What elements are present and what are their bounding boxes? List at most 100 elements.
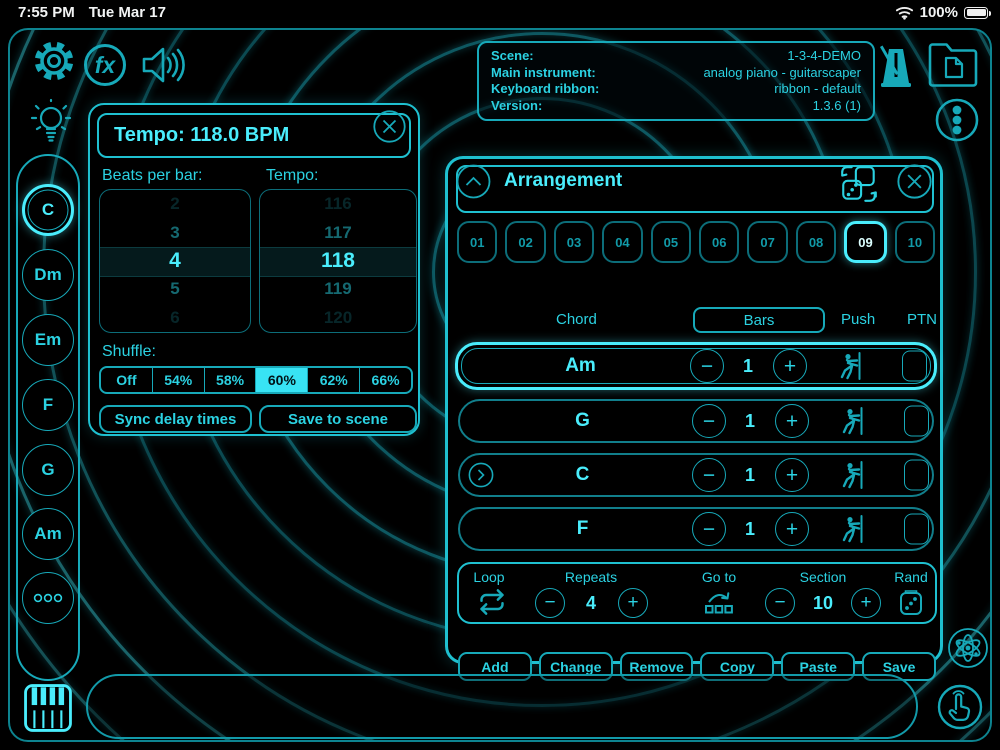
playhead-chevron-right-icon[interactable] [468,462,494,488]
bars-increment-button[interactable]: + [773,349,807,383]
app-screen: 7:55 PM Tue Mar 17 100% [0,0,1000,750]
section-button-07[interactable]: 07 [747,221,787,263]
bars-decrement-button[interactable]: − [692,512,726,546]
chord-button-label: Dm [34,265,61,285]
section-button-06[interactable]: 06 [699,221,739,263]
section-button-03[interactable]: 03 [554,221,594,263]
scene-label: Scene: [491,48,534,64]
lightbulb-icon[interactable] [26,98,76,150]
chord-row-am[interactable]: Am − 1 + [455,342,937,390]
load-save-folder-icon[interactable] [924,39,982,89]
atom-icon[interactable] [946,626,990,670]
column-header-bars-button[interactable]: Bars [693,307,825,333]
bars-increment-button[interactable]: + [775,458,809,492]
version-label: Version: [491,98,542,114]
ptn-checkbox[interactable] [904,460,929,491]
sync-delay-times-button[interactable]: Sync delay times [99,405,252,433]
repeats-increment-button[interactable]: + [618,588,648,618]
loop-controls-box: Loop Repeats − 4 + Go to [457,562,937,624]
close-icon [897,164,932,199]
repeats-decrement-button[interactable]: − [535,588,565,618]
repeats-value: 4 [586,593,596,614]
collapse-chevron-up-button[interactable] [456,164,491,199]
ptn-checkbox[interactable] [904,514,929,545]
section-button-09-selected[interactable]: 09 [844,221,886,263]
ptn-checkbox[interactable] [904,406,929,437]
dice-swap-icon [838,163,880,205]
bars-value: 1 [726,401,774,441]
scene-value: 1-3-4-DEMO [787,48,861,64]
shuffle-option-off[interactable]: Off [101,368,152,392]
keyboard-ribbon-strip[interactable] [86,674,918,739]
section-button-02[interactable]: 02 [505,221,545,263]
status-date: Tue Mar 17 [89,4,166,21]
battery-percent: 100% [920,4,958,21]
column-header-chord: Chord [556,311,597,328]
bars-decrement-button[interactable]: − [692,458,726,492]
chord-button-c[interactable]: C [22,184,74,236]
keyboard-toggle-button[interactable] [22,682,74,734]
volume-speaker-icon[interactable] [140,44,188,86]
bars-increment-button[interactable]: + [775,404,809,438]
section-button-08[interactable]: 08 [796,221,836,263]
chord-button-f[interactable]: F [22,379,74,431]
column-header-ptn: PTN [907,311,937,328]
shuffle-option-54[interactable]: 54% [152,368,204,392]
more-menu-button[interactable] [934,97,980,143]
shuffle-option-62[interactable]: 62% [307,368,359,392]
rand-label: Rand [894,569,927,585]
ribbon-value: ribbon - default [774,81,861,97]
tempo-label: Tempo: [266,167,318,185]
randomize-arrangement-dice-button[interactable] [838,163,880,205]
chord-label: F [500,509,665,549]
section-buttons-row: 01 02 03 04 05 06 07 08 09 10 [457,221,935,263]
section-button-05[interactable]: 05 [651,221,691,263]
fx-button[interactable]: fx [84,44,126,86]
tempo-picker[interactable]: 116 117 118 119 120 [259,189,417,333]
shuffle-option-58[interactable]: 58% [204,368,256,392]
goto-section-button[interactable] [703,588,735,615]
section-decrement-button[interactable]: − [765,588,795,618]
chord-button-dm[interactable]: Dm [22,249,74,301]
goto-label: Go to [702,569,736,585]
chord-button-g[interactable]: G [22,444,74,496]
push-toggle-icon[interactable] [838,461,864,489]
arrangement-close-button[interactable] [897,164,930,197]
chord-button-em[interactable]: Em [22,314,74,366]
scene-info-box[interactable]: Scene:1-3-4-DEMO Main instrument:analog … [477,41,875,121]
bars-decrement-button[interactable]: − [692,404,726,438]
picker-option-selected: 118 [260,247,416,275]
random-section-dice-button[interactable] [898,588,925,617]
bars-increment-button[interactable]: + [775,512,809,546]
push-toggle-icon[interactable] [836,352,862,380]
picker-option: 116 [260,190,416,218]
three-circles-icon [33,593,63,603]
save-to-scene-button[interactable]: Save to scene [259,405,417,433]
shuffle-option-60-selected[interactable]: 60% [255,368,307,392]
chord-button-label: Am [34,524,61,544]
push-toggle-icon[interactable] [838,515,864,543]
bars-value: 1 [726,455,774,495]
bars-decrement-button[interactable]: − [690,349,724,383]
tempo-close-button[interactable] [373,110,406,143]
beats-per-bar-picker[interactable]: 2 3 4 5 6 [99,189,251,333]
metronome-icon[interactable] [876,41,918,91]
ptn-checkbox[interactable] [902,351,927,382]
touch-mode-button[interactable] [936,683,984,731]
chord-button-am[interactable]: Am [22,508,74,560]
section-button-04[interactable]: 04 [602,221,642,263]
section-increment-button[interactable]: + [851,588,881,618]
more-chords-button[interactable] [22,572,74,624]
section-button-10[interactable]: 10 [895,221,935,263]
picker-option: 120 [260,304,416,332]
settings-gear-icon[interactable] [30,37,78,85]
goto-arrow-icon [703,588,735,615]
push-toggle-icon[interactable] [838,407,864,435]
section-button-01[interactable]: 01 [457,221,497,263]
shuffle-option-66[interactable]: 66% [359,368,411,392]
chord-row-f[interactable]: F − 1 + [458,507,934,551]
bars-value: 1 [724,345,772,387]
loop-toggle-button[interactable] [478,588,506,616]
chord-row-g[interactable]: G − 1 + [458,399,934,443]
chord-row-c[interactable]: C − 1 + [458,453,934,497]
